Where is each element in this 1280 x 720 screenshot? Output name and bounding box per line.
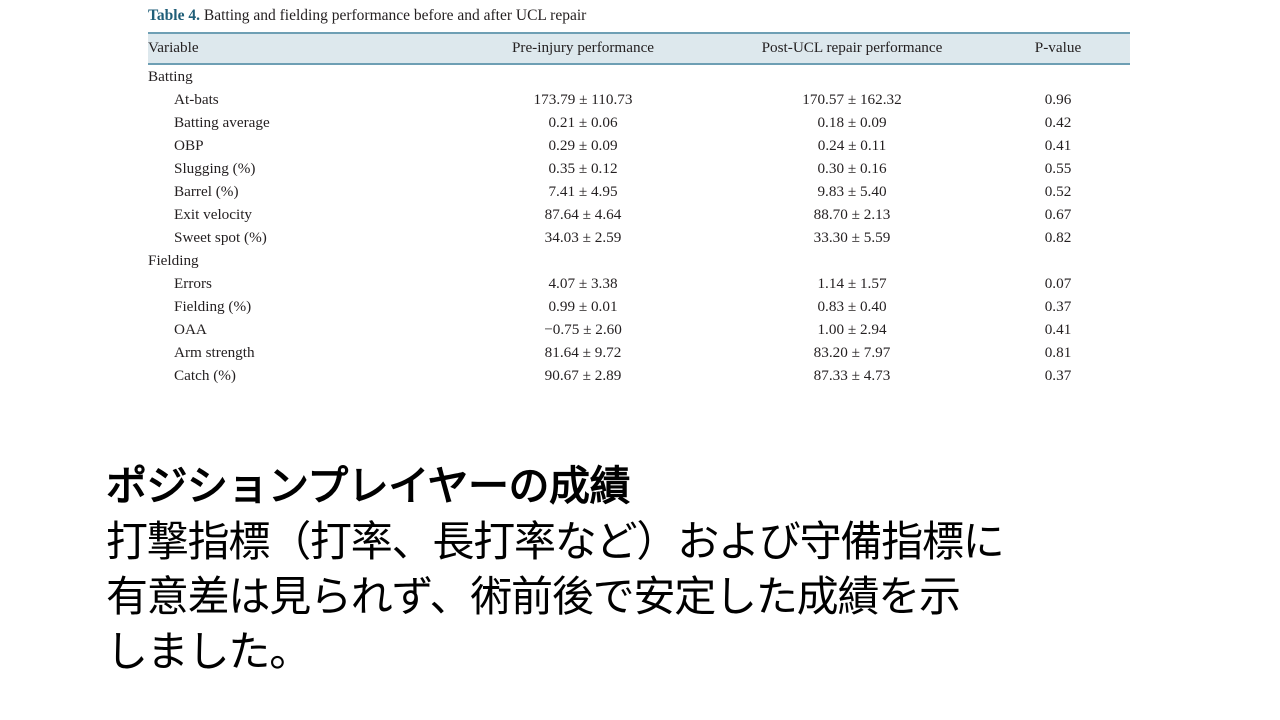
table-block: Table 4. Batting and fielding performanc…: [148, 6, 1130, 387]
row-variable-label: At-bats: [174, 90, 219, 108]
row-pvalue: 0.81: [1044, 343, 1072, 361]
row-post-ucl-value: 87.33 ± 4.73: [813, 366, 891, 384]
row-variable-label: Sweet spot (%): [174, 228, 267, 246]
table-header: Variable Pre-injury performance Post-UCL…: [148, 32, 1130, 65]
row-variable-label: Arm strength: [174, 343, 255, 361]
row-post-ucl-value: 33.30 ± 5.59: [813, 228, 891, 246]
column-header-variable: Variable: [148, 32, 448, 65]
column-header-pre-injury: Pre-injury performance: [448, 32, 718, 65]
row-post-ucl-value: 88.70 ± 2.13: [813, 205, 891, 223]
commentary-line-2: 有意差は見られず、術前後で安定した成績を示: [106, 572, 961, 621]
row-post-ucl-value: [718, 64, 986, 88]
row-pvalue: 0.96: [1044, 90, 1072, 108]
row-variable-label: OBP: [174, 136, 204, 154]
row-post-ucl-value: 0.30 ± 0.16: [817, 159, 887, 177]
row-post-ucl-value: 0.83 ± 0.40: [817, 297, 887, 315]
row-pre-injury-value: [448, 249, 718, 272]
row-pre-injury-value: 34.03 ± 2.59: [544, 228, 622, 246]
row-pre-injury-value: −0.75 ± 2.60: [544, 320, 622, 338]
row-section-label: Fielding: [148, 251, 199, 269]
row-pvalue: [986, 249, 1130, 272]
table-row: Errors 4.07 ± 3.38 1.14 ± 1.57 0.07: [148, 272, 1130, 295]
table-row: Barrel (%) 7.41 ± 4.95 9.83 ± 5.40 0.52: [148, 180, 1130, 203]
row-post-ucl-value: 9.83 ± 5.40: [817, 182, 887, 200]
table-row: Batting average 0.21 ± 0.06 0.18 ± 0.09 0.4…: [148, 111, 1130, 134]
row-post-ucl-value: 83.20 ± 7.97: [813, 343, 891, 361]
row-post-ucl-value: [718, 249, 986, 272]
row-pvalue: 0.42: [1044, 113, 1072, 131]
row-section-label: Batting: [148, 67, 193, 85]
row-pre-injury-value: 81.64 ± 9.72: [544, 343, 622, 361]
row-variable-label: Catch (%): [174, 366, 236, 384]
row-pvalue: 0.41: [1044, 320, 1072, 338]
commentary-block: ポジションプレイヤーの成績 打撃指標（打率、長打率など）および守備指標に 有意差…: [106, 458, 1196, 679]
performance-table: Variable Pre-injury performance Post-UCL…: [148, 32, 1130, 387]
commentary-heading: ポジションプレイヤーの成績: [106, 462, 631, 510]
row-pre-injury-value: 0.99 ± 0.01: [548, 297, 618, 315]
table-body: Batting At-bats 173.79 ± 110.73 170.57 ± 16…: [148, 64, 1130, 387]
row-pre-injury-value: 173.79 ± 110.73: [533, 90, 633, 108]
column-header-post-ucl: Post-UCL repair performance: [718, 32, 986, 65]
table-caption-label: Table 4.: [148, 7, 200, 24]
row-variable-label: Fielding (%): [174, 297, 252, 315]
row-post-ucl-value: 1.14 ± 1.57: [817, 274, 887, 292]
table-caption: Table 4. Batting and fielding performanc…: [148, 6, 1130, 26]
row-pvalue: 0.55: [1044, 159, 1072, 177]
row-pre-injury-value: 0.35 ± 0.12: [548, 159, 618, 177]
table-row: OAA −0.75 ± 2.60 1.00 ± 2.94 0.41: [148, 318, 1130, 341]
row-pre-injury-value: 0.21 ± 0.06: [548, 113, 618, 131]
table-row: At-bats 173.79 ± 110.73 170.57 ± 162.32 0.9…: [148, 88, 1130, 111]
row-pre-injury-value: 0.29 ± 0.09: [548, 136, 618, 154]
table-row: Sweet spot (%) 34.03 ± 2.59 33.30 ± 5.59 0.…: [148, 226, 1130, 249]
row-pre-injury-value: 7.41 ± 4.95: [548, 182, 618, 200]
table-row: Catch (%) 90.67 ± 2.89 87.33 ± 4.73 0.37: [148, 364, 1130, 387]
row-post-ucl-value: 0.24 ± 0.11: [817, 136, 887, 154]
row-post-ucl-value: 170.57 ± 162.32: [802, 90, 902, 108]
row-variable-label: Exit velocity: [174, 205, 253, 223]
row-variable-label: OAA: [174, 320, 207, 338]
row-post-ucl-value: 1.00 ± 2.94: [817, 320, 887, 338]
row-pvalue: 0.82: [1044, 228, 1072, 246]
slide-canvas: Table 4. Batting and fielding performanc…: [0, 0, 1280, 720]
table-row: Exit velocity 87.64 ± 4.64 88.70 ± 2.13 0.6…: [148, 203, 1130, 226]
row-pvalue: 0.67: [1044, 205, 1072, 223]
row-pvalue: 0.41: [1044, 136, 1072, 154]
table-row: Batting: [148, 64, 1130, 88]
commentary-line-1: 打撃指標（打率、長打率など）および守備指標に: [106, 517, 1005, 566]
table-row: OBP 0.29 ± 0.09 0.24 ± 0.11 0.41: [148, 134, 1130, 157]
row-variable-label: Batting average: [174, 113, 270, 131]
table-row: Fielding: [148, 249, 1130, 272]
commentary-line-3: しました。: [106, 627, 311, 676]
row-pvalue: 0.37: [1044, 297, 1072, 315]
row-pvalue: [986, 64, 1130, 88]
row-pvalue: 0.52: [1044, 182, 1072, 200]
table-row: Arm strength 81.64 ± 9.72 83.20 ± 7.97 0.81: [148, 341, 1130, 364]
row-variable-label: Errors: [174, 274, 212, 292]
table-header-row: Variable Pre-injury performance Post-UCL…: [148, 32, 1130, 65]
row-variable-label: Barrel (%): [174, 182, 239, 200]
table-caption-text: Batting and fielding performance before …: [199, 7, 587, 24]
row-pvalue: 0.07: [1044, 274, 1072, 292]
row-pvalue: 0.37: [1044, 366, 1072, 384]
row-pre-injury-value: 87.64 ± 4.64: [544, 205, 622, 223]
row-variable-label: Slugging (%): [174, 159, 256, 177]
table-row: Slugging (%) 0.35 ± 0.12 0.30 ± 0.16 0.55: [148, 157, 1130, 180]
table-row: Fielding (%) 0.99 ± 0.01 0.83 ± 0.40 0.37: [148, 295, 1130, 318]
column-header-pvalue: P-value: [986, 32, 1130, 65]
row-pre-injury-value: [448, 64, 718, 88]
row-pre-injury-value: 4.07 ± 3.38: [548, 274, 618, 292]
row-post-ucl-value: 0.18 ± 0.09: [817, 113, 887, 131]
row-pre-injury-value: 90.67 ± 2.89: [544, 366, 622, 384]
